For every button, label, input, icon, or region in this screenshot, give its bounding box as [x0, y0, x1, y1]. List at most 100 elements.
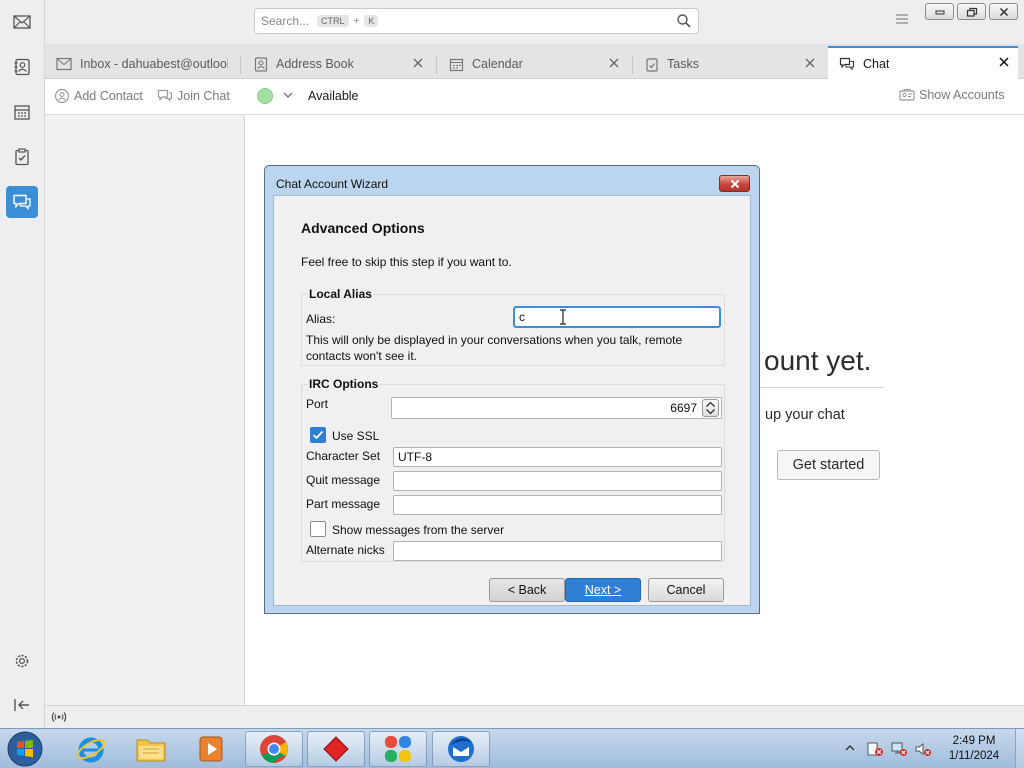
taskbar-explorer[interactable]	[122, 731, 180, 767]
show-accounts-button[interactable]: Show Accounts	[899, 88, 1004, 102]
show-server-messages-label[interactable]: Show messages from the server	[332, 523, 504, 537]
alternate-nicks-input[interactable]	[393, 541, 722, 561]
chevron-down-icon[interactable]	[282, 90, 294, 100]
start-button[interactable]	[5, 730, 45, 768]
status-indicator[interactable]	[257, 88, 273, 104]
checkmark-icon	[312, 430, 324, 440]
folder-icon	[136, 739, 166, 762]
taskbar-thunderbird[interactable]	[432, 731, 490, 767]
gear-icon	[15, 654, 29, 668]
accounts-icon	[899, 89, 915, 101]
minimize-button[interactable]	[925, 3, 954, 20]
search-input[interactable]: Search... CTRL + K	[254, 8, 699, 34]
calendar-space-button[interactable]	[6, 96, 38, 128]
taskbar-app-red[interactable]	[307, 731, 365, 767]
tab-tasks[interactable]: Tasks	[634, 49, 824, 79]
show-desktop-button[interactable]	[1015, 729, 1024, 768]
settings-button[interactable]	[6, 645, 38, 677]
shortcut-key-ctrl: CTRL	[317, 15, 349, 27]
show-server-messages-checkbox[interactable]	[310, 521, 326, 537]
chrome-icon	[260, 735, 288, 763]
divider	[755, 387, 885, 388]
tab-label: Chat	[863, 56, 890, 71]
close-icon	[730, 179, 739, 188]
taskbar-control-panel[interactable]	[369, 731, 427, 767]
collapse-left-icon	[14, 699, 29, 711]
close-icon	[999, 7, 1008, 16]
use-ssl-label[interactable]: Use SSL	[332, 429, 379, 443]
tasks-space-button[interactable]	[6, 141, 38, 173]
tab-calendar[interactable]: Calendar	[438, 49, 628, 79]
spaces-toolbar	[0, 0, 45, 728]
dialog-close-button[interactable]	[719, 175, 750, 192]
add-contact-button[interactable]: Add Contact	[54, 88, 143, 104]
close-tab-icon[interactable]	[804, 57, 816, 69]
close-tab-icon[interactable]	[608, 57, 620, 69]
alias-note: This will only be displayed in your conv…	[306, 333, 683, 363]
media-player-icon	[199, 736, 223, 762]
network-icon[interactable]	[890, 741, 908, 757]
add-contact-label: Add Contact	[74, 89, 143, 103]
quit-message-input[interactable]	[393, 471, 722, 491]
tab-separator	[632, 56, 633, 74]
chat-icon	[839, 57, 855, 70]
thunderbird-icon	[448, 736, 474, 762]
show-hidden-icons-icon[interactable]	[845, 744, 855, 752]
close-tab-icon[interactable]	[412, 57, 424, 69]
local-alias-group-title: Local Alias	[308, 287, 373, 301]
shortcut-separator: +	[353, 15, 360, 27]
mail-icon	[13, 15, 31, 29]
cancel-button[interactable]: Cancel	[648, 578, 724, 602]
volume-muted-icon[interactable]	[914, 741, 932, 757]
no-account-heading: ount yet.	[764, 345, 872, 376]
title-bar: Search... CTRL + K	[45, 0, 1024, 44]
port-value: 6697	[670, 401, 697, 415]
port-label: Port	[306, 397, 329, 411]
mail-icon	[56, 57, 72, 71]
clock-time: 2:49 PM	[952, 735, 996, 747]
local-alias-group: Local Alias Alias: c This will only be d…	[301, 287, 725, 366]
close-window-button[interactable]	[989, 3, 1018, 20]
tab-inbox[interactable]: Inbox - dahuabest@outlook.com	[45, 49, 235, 79]
irc-options-group-title: IRC Options	[308, 377, 380, 391]
alias-label: Alias:	[306, 312, 336, 326]
chat-icon	[13, 194, 31, 211]
collapse-spaces-button[interactable]	[6, 689, 38, 721]
join-chat-button[interactable]: Join Chat	[157, 88, 230, 104]
address-book-icon	[254, 56, 268, 72]
next-button[interactable]: Next >	[565, 578, 641, 602]
dialog-heading: Advanced Options	[301, 220, 425, 236]
back-button[interactable]: < Back	[489, 578, 565, 602]
action-center-icon[interactable]	[866, 741, 884, 757]
add-contact-icon	[54, 88, 70, 104]
part-message-label: Part message	[306, 497, 381, 511]
taskbar-media-player[interactable]	[182, 731, 240, 767]
taskbar-ie[interactable]	[62, 731, 120, 767]
charset-input[interactable]: UTF-8	[393, 447, 722, 467]
use-ssl-checkbox[interactable]	[310, 427, 326, 443]
hamburger-menu-icon[interactable]	[895, 13, 909, 25]
port-spinner[interactable]	[702, 399, 719, 417]
charset-value: UTF-8	[398, 450, 432, 464]
address-book-space-button[interactable]	[6, 51, 38, 83]
back-button-label: < Back	[507, 583, 547, 597]
restore-button[interactable]	[957, 3, 986, 20]
next-button-label: Next >	[584, 583, 622, 597]
close-tab-icon[interactable]	[998, 56, 1010, 68]
part-message-input[interactable]	[393, 495, 722, 515]
tab-chat[interactable]: Chat	[828, 46, 1018, 79]
get-started-button[interactable]: Get started	[777, 450, 880, 480]
port-input[interactable]: 6697	[391, 397, 722, 419]
control-panel-icon	[385, 736, 411, 762]
mail-space-button[interactable]	[6, 6, 38, 38]
taskbar-chrome[interactable]	[245, 731, 303, 767]
red-diamond-app-icon	[323, 736, 349, 762]
system-clock[interactable]: 2:49 PM 1/11/2024	[938, 734, 1010, 764]
online-status-icon[interactable]	[51, 711, 67, 723]
chat-space-button[interactable]	[6, 186, 38, 218]
status-label[interactable]: Available	[308, 89, 359, 103]
internet-explorer-icon	[76, 737, 106, 763]
tab-address-book[interactable]: Address Book	[242, 49, 432, 79]
tab-separator	[436, 56, 437, 74]
alias-input[interactable]: c	[513, 306, 721, 328]
